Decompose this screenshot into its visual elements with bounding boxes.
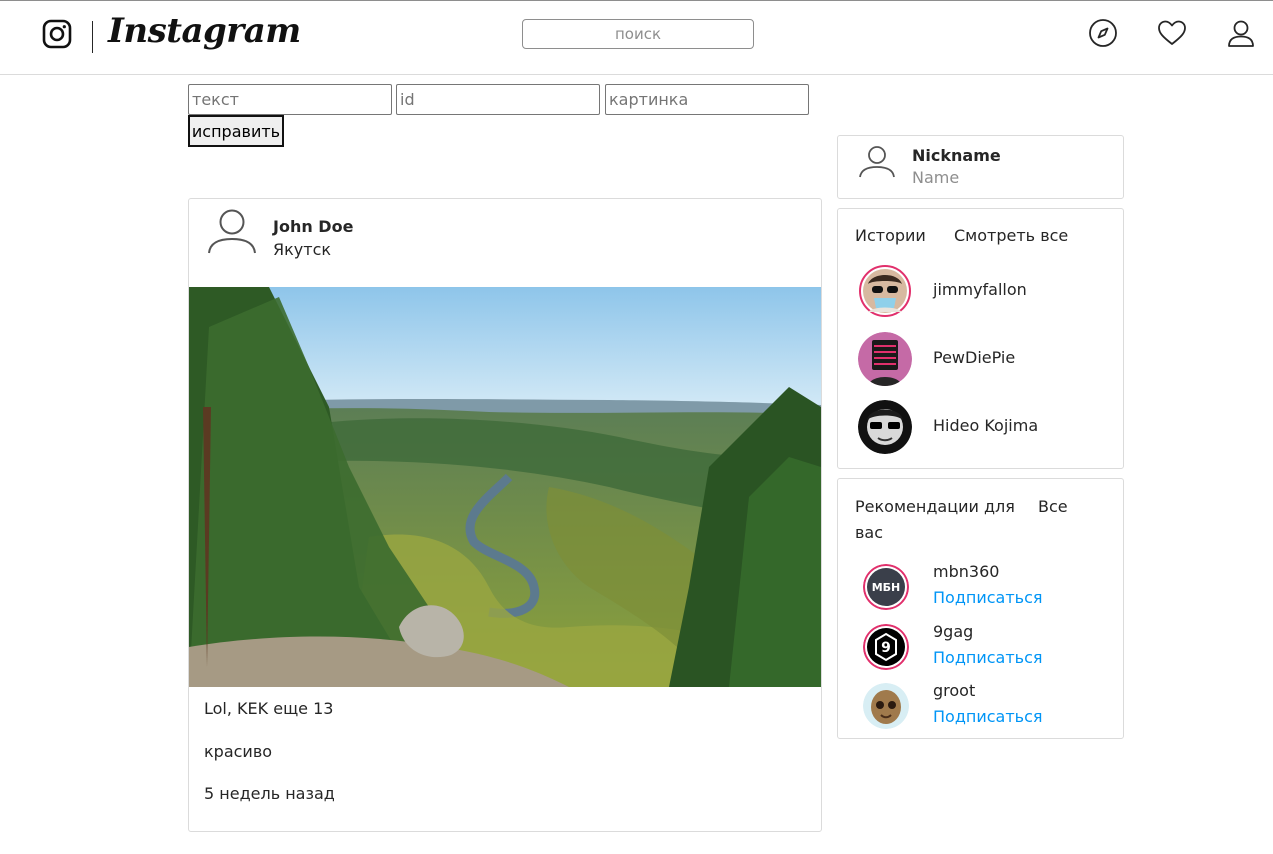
9gag-avatar-text: 9 bbox=[881, 640, 891, 656]
post-author[interactable]: John Doe bbox=[273, 217, 353, 236]
story-username[interactable]: PewDiePie bbox=[933, 348, 1015, 367]
compass-icon[interactable] bbox=[1088, 18, 1118, 48]
story-avatar[interactable] bbox=[858, 332, 912, 386]
recommendations-title: Рекомендации для вас bbox=[855, 497, 1015, 542]
post-card: John Doe Якутск Lol, KEK еще 13 красиво bbox=[188, 198, 822, 832]
instagram-camera-icon[interactable] bbox=[42, 19, 72, 49]
profile-avatar-icon[interactable] bbox=[858, 146, 896, 178]
profile-card: Nickname Name bbox=[837, 135, 1124, 199]
recommendation-username[interactable]: 9gag bbox=[933, 622, 973, 641]
recommendation-item: МБН mbn360 Подписаться bbox=[863, 562, 1103, 618]
story-username[interactable]: Hideo Kojima bbox=[933, 416, 1038, 435]
logo-divider bbox=[92, 21, 93, 53]
post-time: 5 недель назад bbox=[204, 784, 335, 803]
story-username[interactable]: jimmyfallon bbox=[933, 280, 1027, 299]
recommendation-item: groot Подписаться bbox=[863, 681, 1103, 737]
recommendation-username[interactable]: groot bbox=[933, 681, 975, 700]
instagram-logo[interactable]: Instagram bbox=[108, 11, 301, 51]
post-image[interactable] bbox=[189, 287, 821, 687]
recommendation-username[interactable]: mbn360 bbox=[933, 562, 999, 581]
post-location[interactable]: Якутск bbox=[273, 240, 331, 259]
groot-avatar[interactable] bbox=[863, 683, 909, 729]
recommendations-all-link[interactable]: Все bbox=[1038, 494, 1068, 520]
post-caption: Lol, KEK еще 13 bbox=[204, 699, 334, 718]
heart-icon[interactable] bbox=[1157, 18, 1187, 48]
top-navbar: Instagram bbox=[0, 0, 1273, 75]
mbn360-avatar[interactable]: МБН bbox=[863, 564, 909, 610]
fix-button[interactable]: исправить bbox=[188, 115, 284, 147]
stories-title: Истории bbox=[855, 226, 926, 245]
post-comment: красиво bbox=[204, 742, 273, 761]
story-avatar[interactable] bbox=[858, 400, 912, 454]
profile-name: Name bbox=[912, 168, 960, 187]
follow-link[interactable]: Подписаться bbox=[933, 707, 1043, 726]
follow-link[interactable]: Подписаться bbox=[933, 588, 1043, 607]
9gag-avatar[interactable]: 9 bbox=[863, 624, 909, 670]
story-item[interactable]: PewDiePie bbox=[858, 332, 1108, 388]
id-field[interactable] bbox=[396, 84, 600, 115]
follow-link[interactable]: Подписаться bbox=[933, 648, 1043, 667]
search-input[interactable] bbox=[522, 19, 754, 49]
post-avatar-icon[interactable] bbox=[207, 209, 257, 255]
mbn360-avatar-text: МБН bbox=[872, 581, 901, 594]
profile-nickname[interactable]: Nickname bbox=[912, 146, 1001, 165]
user-icon[interactable] bbox=[1226, 18, 1256, 48]
recommendation-item: 9 9gag Подписаться bbox=[863, 622, 1103, 678]
recommendations-card: Рекомендации для вас Все МБН mbn360 Подп… bbox=[837, 478, 1124, 739]
stories-card: Истории Смотреть все jimmyfallon PewDieP… bbox=[837, 208, 1124, 469]
text-field[interactable] bbox=[188, 84, 392, 115]
image-field[interactable] bbox=[605, 84, 809, 115]
story-avatar[interactable] bbox=[858, 264, 912, 318]
story-item[interactable]: Hideo Kojima bbox=[858, 400, 1108, 456]
stories-see-all-link[interactable]: Смотреть все bbox=[954, 226, 1068, 245]
story-item[interactable]: jimmyfallon bbox=[858, 264, 1108, 320]
